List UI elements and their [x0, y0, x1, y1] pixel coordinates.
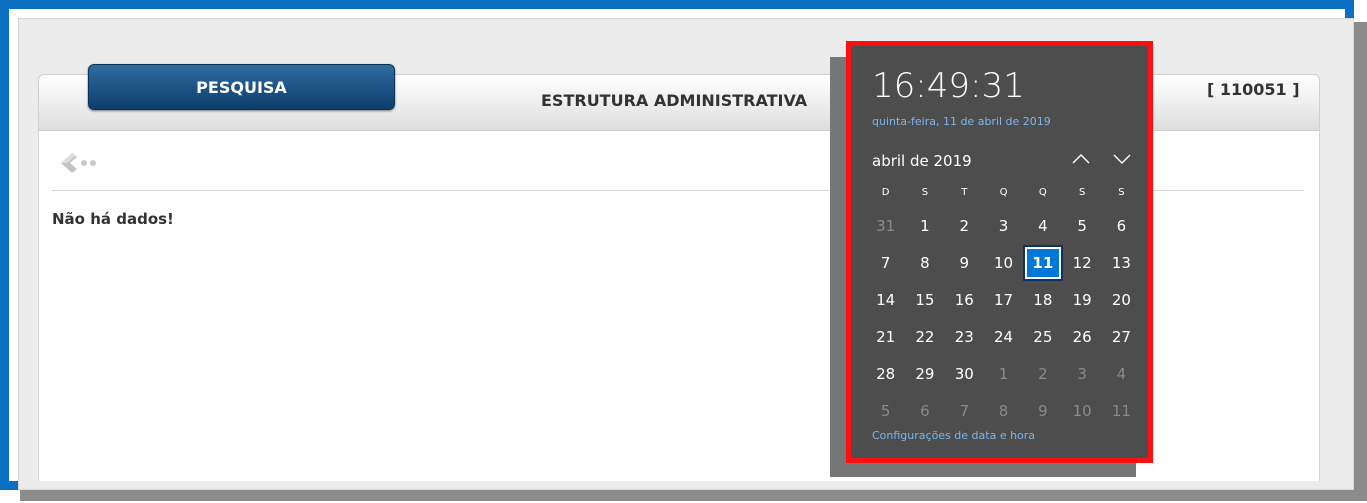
- calendar-day[interactable]: 2: [945, 208, 984, 245]
- calendar-week: 21 22 23 24 25 26 27: [866, 319, 1146, 356]
- calendar-day[interactable]: 11: [1102, 393, 1141, 430]
- weekday-label: S: [921, 187, 929, 198]
- calendar-day[interactable]: 26: [1062, 319, 1101, 356]
- calendar-day[interactable]: 5: [866, 393, 905, 430]
- calendar-day[interactable]: 29: [905, 356, 944, 393]
- calendar-day[interactable]: 15: [905, 282, 944, 319]
- calendar-day[interactable]: 10: [1062, 393, 1101, 430]
- calendar-day[interactable]: 27: [1102, 319, 1141, 356]
- tab-pesquisa[interactable]: PESQUISA: [88, 64, 395, 110]
- calendar-flyout: 16:49:31 quinta-feira, 11 de abril de 20…: [846, 41, 1153, 463]
- calendar-day[interactable]: 28: [866, 356, 905, 393]
- weekday-label: Q: [999, 187, 1008, 198]
- calendar-day[interactable]: 3: [1062, 356, 1101, 393]
- calendar-day[interactable]: 25: [1023, 319, 1062, 356]
- weekday-label: S: [1118, 187, 1125, 198]
- page-title: ESTRUTURA ADMINISTRATIVA: [541, 91, 808, 110]
- calendar-day[interactable]: 16: [945, 282, 984, 319]
- screen-code: [ 110051 ]: [1207, 80, 1300, 99]
- calendar-day[interactable]: 7: [866, 245, 905, 282]
- chevron-down-icon: [1113, 154, 1131, 164]
- calendar-day[interactable]: 22: [905, 319, 944, 356]
- calendar-day[interactable]: 10: [984, 245, 1023, 282]
- calendar-week: 28 29 30 1 2 3 4: [866, 356, 1146, 393]
- weekday-label: S: [1078, 187, 1086, 198]
- long-date-link[interactable]: quinta-feira, 11 de abril de 2019: [872, 115, 1051, 128]
- weekday-label: Q: [1038, 187, 1047, 198]
- calendar-day[interactable]: 19: [1062, 282, 1101, 319]
- calendar-day[interactable]: 9: [945, 245, 984, 282]
- tab-pesquisa-label: PESQUISA: [196, 78, 287, 97]
- next-month-button[interactable]: [1111, 150, 1133, 168]
- empty-message: Não há dados!: [52, 210, 174, 228]
- calendar-day[interactable]: 14: [866, 282, 905, 319]
- calendar-day[interactable]: 31: [866, 208, 905, 245]
- weekday-header: D S T Q Q S S: [866, 178, 1146, 208]
- calendar-day[interactable]: 4: [1023, 208, 1062, 245]
- calendar-day[interactable]: 30: [945, 356, 984, 393]
- clock-time: 16:49:31: [872, 66, 1025, 106]
- calendar-day[interactable]: 24: [984, 319, 1023, 356]
- calendar-grid: D S T Q Q S S 31 1 2 3 4 5 6 7 8 9 10 11…: [866, 178, 1146, 430]
- weekday-label: D: [881, 187, 890, 198]
- calendar-day[interactable]: 21: [866, 319, 905, 356]
- calendar-day[interactable]: 7: [945, 393, 984, 430]
- back-arrow-icon: [61, 153, 96, 173]
- calendar-day[interactable]: 17: [984, 282, 1023, 319]
- calendar-day[interactable]: 1: [984, 356, 1023, 393]
- calendar-week: 5 6 7 8 9 10 11: [866, 393, 1146, 430]
- calendar-week: 14 15 16 17 18 19 20: [866, 282, 1146, 319]
- calendar-day[interactable]: 9: [1023, 393, 1062, 430]
- selected-day-label: 11: [1022, 245, 1063, 281]
- calendar-day-selected[interactable]: 11: [1022, 245, 1063, 282]
- calendar-day[interactable]: 18: [1023, 282, 1062, 319]
- weekday-label: T: [961, 187, 968, 198]
- calendar-week: 7 8 9 10 11 12 13: [866, 245, 1146, 282]
- calendar-day[interactable]: 12: [1062, 245, 1101, 282]
- calendar-day[interactable]: 20: [1102, 282, 1141, 319]
- calendar-day[interactable]: 3: [984, 208, 1023, 245]
- previous-month-button[interactable]: [1070, 150, 1092, 168]
- month-label[interactable]: abril de 2019: [872, 152, 972, 170]
- calendar-day[interactable]: 5: [1062, 208, 1101, 245]
- calendar-day[interactable]: 8: [984, 393, 1023, 430]
- back-button[interactable]: [58, 147, 106, 179]
- calendar-week: 31 1 2 3 4 5 6: [866, 208, 1146, 245]
- calendar-day[interactable]: 1: [905, 208, 944, 245]
- calendar-day[interactable]: 6: [905, 393, 944, 430]
- calendar-day[interactable]: 4: [1102, 356, 1141, 393]
- calendar-day[interactable]: 13: [1102, 245, 1141, 282]
- date-time-settings-link[interactable]: Configurações de data e hora: [872, 429, 1035, 442]
- calendar-day[interactable]: 2: [1023, 356, 1062, 393]
- calendar-day[interactable]: 8: [905, 245, 944, 282]
- calendar-day[interactable]: 6: [1102, 208, 1141, 245]
- calendar-day[interactable]: 23: [945, 319, 984, 356]
- chevron-up-icon: [1072, 154, 1090, 164]
